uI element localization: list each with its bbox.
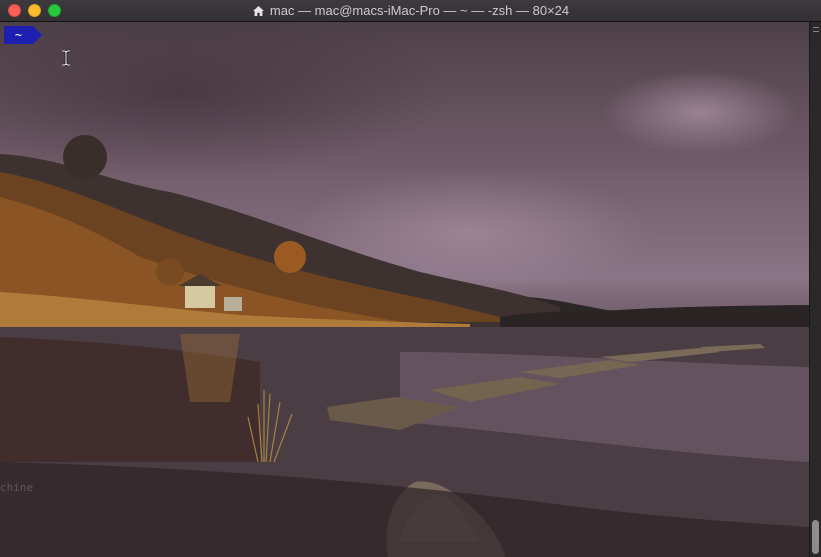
- title-bar: mac — mac@macs-iMac-Pro — ~ — -zsh — 80×…: [0, 0, 821, 22]
- scroll-thumb[interactable]: [812, 520, 819, 554]
- window-title: mac — mac@macs-iMac-Pro — ~ — -zsh — 80×…: [0, 3, 821, 19]
- scroll-grip-icon: [813, 27, 819, 32]
- vertical-scrollbar[interactable]: [809, 22, 821, 557]
- home-icon: [252, 6, 264, 16]
- terminal-view[interactable]: ~ chine: [0, 22, 809, 557]
- window-title-text: mac — mac@macs-iMac-Pro — ~ — -zsh — 80×…: [269, 3, 570, 18]
- shell-prompt: ~: [4, 26, 42, 44]
- background-image: [0, 135, 809, 557]
- prompt-directory: ~: [4, 26, 33, 44]
- prompt-arrow-icon: [33, 26, 42, 44]
- terminal-output-text: chine: [0, 481, 34, 494]
- text-cursor-icon: [62, 50, 70, 66]
